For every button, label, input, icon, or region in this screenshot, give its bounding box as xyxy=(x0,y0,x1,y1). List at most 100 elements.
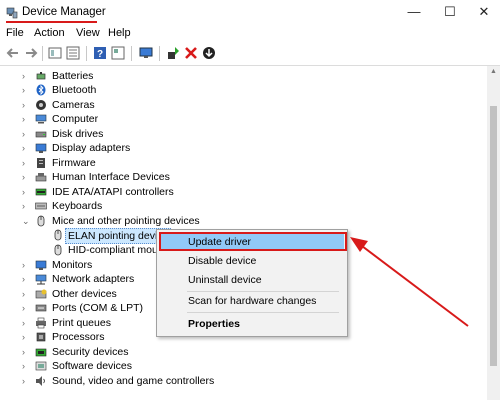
chevron-right-icon[interactable]: › xyxy=(22,258,32,272)
title-bar: Device Manager — ☐ ✕ xyxy=(0,0,500,26)
device-manager-icon xyxy=(6,7,18,19)
tree-item-label: Ports (COM & LPT) xyxy=(52,302,144,314)
chevron-right-icon[interactable]: › xyxy=(22,141,32,155)
context-disable-device[interactable]: Disable device xyxy=(161,252,344,270)
chevron-right-icon[interactable]: › xyxy=(22,330,32,344)
tree-item-label: Software devices xyxy=(52,360,132,372)
title-underline-annotation xyxy=(6,21,97,23)
back-icon[interactable] xyxy=(6,46,20,60)
scroll-thumb[interactable] xyxy=(490,106,497,366)
sound-icon xyxy=(36,376,45,386)
context-uninstall-device[interactable]: Uninstall device xyxy=(161,271,344,289)
uninstall-icon[interactable] xyxy=(184,46,198,60)
mouse-icon xyxy=(37,215,45,227)
network-icon xyxy=(35,274,47,285)
svg-text:?: ? xyxy=(97,49,103,60)
tree-item-label: Monitors xyxy=(52,259,93,271)
toolbar-separator xyxy=(42,46,43,61)
update-driver-icon[interactable] xyxy=(166,46,180,60)
tree-item-label: Processors xyxy=(52,331,105,343)
mouse-icon xyxy=(54,244,62,256)
chevron-right-icon[interactable]: › xyxy=(22,127,32,141)
show-hidden-icon[interactable] xyxy=(66,46,80,60)
update-driver-annotation-box xyxy=(159,232,347,251)
tree-item-label: Keyboards xyxy=(52,200,103,212)
security-icon xyxy=(35,348,47,357)
menu-bar: File Action View Help xyxy=(0,26,500,42)
context-scan-hardware[interactable]: Scan for hardware changes xyxy=(161,292,344,310)
chevron-right-icon[interactable]: › xyxy=(22,83,32,97)
view-by-icon[interactable] xyxy=(111,46,125,60)
minimize-button[interactable]: — xyxy=(404,4,424,20)
chevron-down-icon[interactable]: ⌄ xyxy=(22,214,32,228)
forward-icon[interactable] xyxy=(24,46,38,60)
ide-icon xyxy=(35,188,47,196)
scroll-up-icon[interactable]: ▲ xyxy=(490,68,497,75)
chevron-right-icon[interactable]: › xyxy=(22,156,32,170)
scan-icon[interactable] xyxy=(202,46,216,60)
disk-icon xyxy=(35,131,47,138)
port-icon xyxy=(35,304,47,312)
tree-item-label: Disk drives xyxy=(52,128,104,140)
tree-item-label: Print queues xyxy=(52,317,111,329)
monitor-icon[interactable] xyxy=(139,46,153,60)
tree-item-label: Network adapters xyxy=(52,273,135,285)
battery-icon xyxy=(36,72,46,80)
chevron-right-icon[interactable]: › xyxy=(22,98,32,112)
properties-view-icon[interactable] xyxy=(48,46,62,60)
maximize-button[interactable]: ☐ xyxy=(440,4,460,20)
chevron-right-icon[interactable]: › xyxy=(22,287,32,301)
chevron-right-icon[interactable]: › xyxy=(22,170,32,184)
chevron-right-icon[interactable]: › xyxy=(22,199,32,213)
tree-item-label: Security devices xyxy=(52,346,129,358)
tree-item-label: Other devices xyxy=(52,288,117,300)
context-properties[interactable]: Properties xyxy=(161,315,344,333)
keyboard-icon xyxy=(35,202,47,210)
tree-item-label: Batteries xyxy=(52,70,94,82)
chevron-right-icon[interactable]: › xyxy=(22,316,32,330)
tree-item-label: Human Interface Devices xyxy=(52,171,170,183)
firmware-icon xyxy=(37,158,45,168)
toolbar: ? xyxy=(0,42,500,66)
tree-item-label: IDE ATA/ATAPI controllers xyxy=(52,186,174,198)
tree-item-label: Firmware xyxy=(52,157,96,169)
bluetooth-icon xyxy=(36,84,46,96)
tree-item-label: Sound, video and game controllers xyxy=(52,375,215,387)
camera-icon xyxy=(36,100,46,110)
chevron-right-icon[interactable]: › xyxy=(22,359,32,373)
hid-icon xyxy=(35,173,47,182)
chevron-right-icon[interactable]: › xyxy=(22,301,32,315)
display-adapter-icon xyxy=(35,143,47,153)
tree-item-label: Display adapters xyxy=(52,142,131,154)
chevron-right-icon[interactable]: › xyxy=(22,185,32,199)
chevron-right-icon[interactable]: › xyxy=(22,112,32,126)
menu-help[interactable]: Help xyxy=(108,27,131,39)
software-icon xyxy=(35,361,47,371)
tree-item-label: Cameras xyxy=(52,99,95,111)
printer-icon xyxy=(36,317,46,329)
chevron-right-icon[interactable]: › xyxy=(22,374,32,388)
chevron-right-icon[interactable]: › xyxy=(22,345,32,359)
tree-item-label: HID-compliant mouse xyxy=(68,244,169,256)
annotation-arrow-icon xyxy=(350,237,469,327)
toolbar-separator xyxy=(131,46,132,61)
tree-item-label: Bluetooth xyxy=(52,84,97,96)
menu-file[interactable]: File xyxy=(6,27,24,39)
other-devices-icon xyxy=(35,289,47,299)
toolbar-separator xyxy=(86,46,87,61)
help-icon[interactable]: ? xyxy=(93,46,107,60)
menu-action[interactable]: Action xyxy=(34,27,65,39)
close-button[interactable]: ✕ xyxy=(474,4,494,20)
computer-icon xyxy=(35,114,47,124)
window-title: Device Manager xyxy=(22,6,106,18)
vertical-scrollbar[interactable]: ▲ xyxy=(487,66,500,400)
chevron-right-icon[interactable]: › xyxy=(22,272,32,286)
chevron-right-icon[interactable]: › xyxy=(22,69,32,83)
tree-item-label: Mice and other pointing devices xyxy=(52,215,200,227)
menu-view[interactable]: View xyxy=(76,27,100,39)
toolbar-separator xyxy=(159,46,160,61)
context-separator xyxy=(187,312,339,313)
processor-icon xyxy=(36,332,46,342)
mouse-icon xyxy=(54,229,62,241)
monitor-icon xyxy=(35,260,47,270)
